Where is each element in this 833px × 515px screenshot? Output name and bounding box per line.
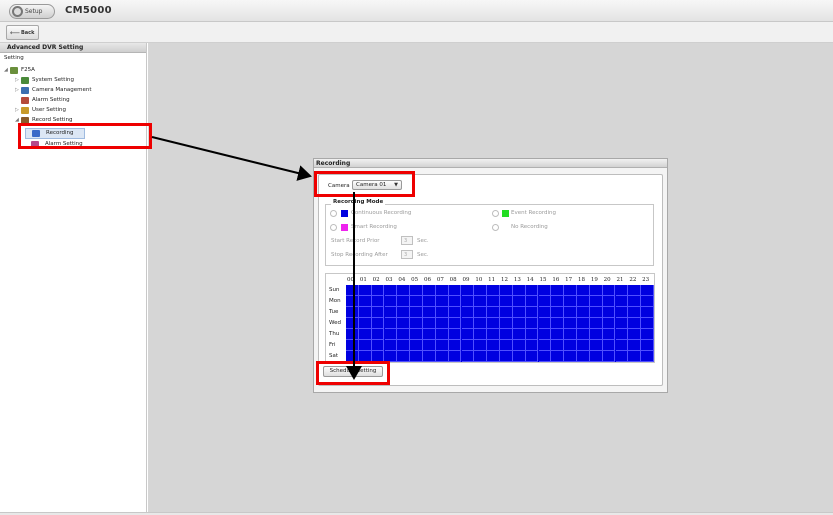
arrow-to-camera-select	[151, 136, 312, 181]
annotation-arrows	[151, 136, 362, 380]
